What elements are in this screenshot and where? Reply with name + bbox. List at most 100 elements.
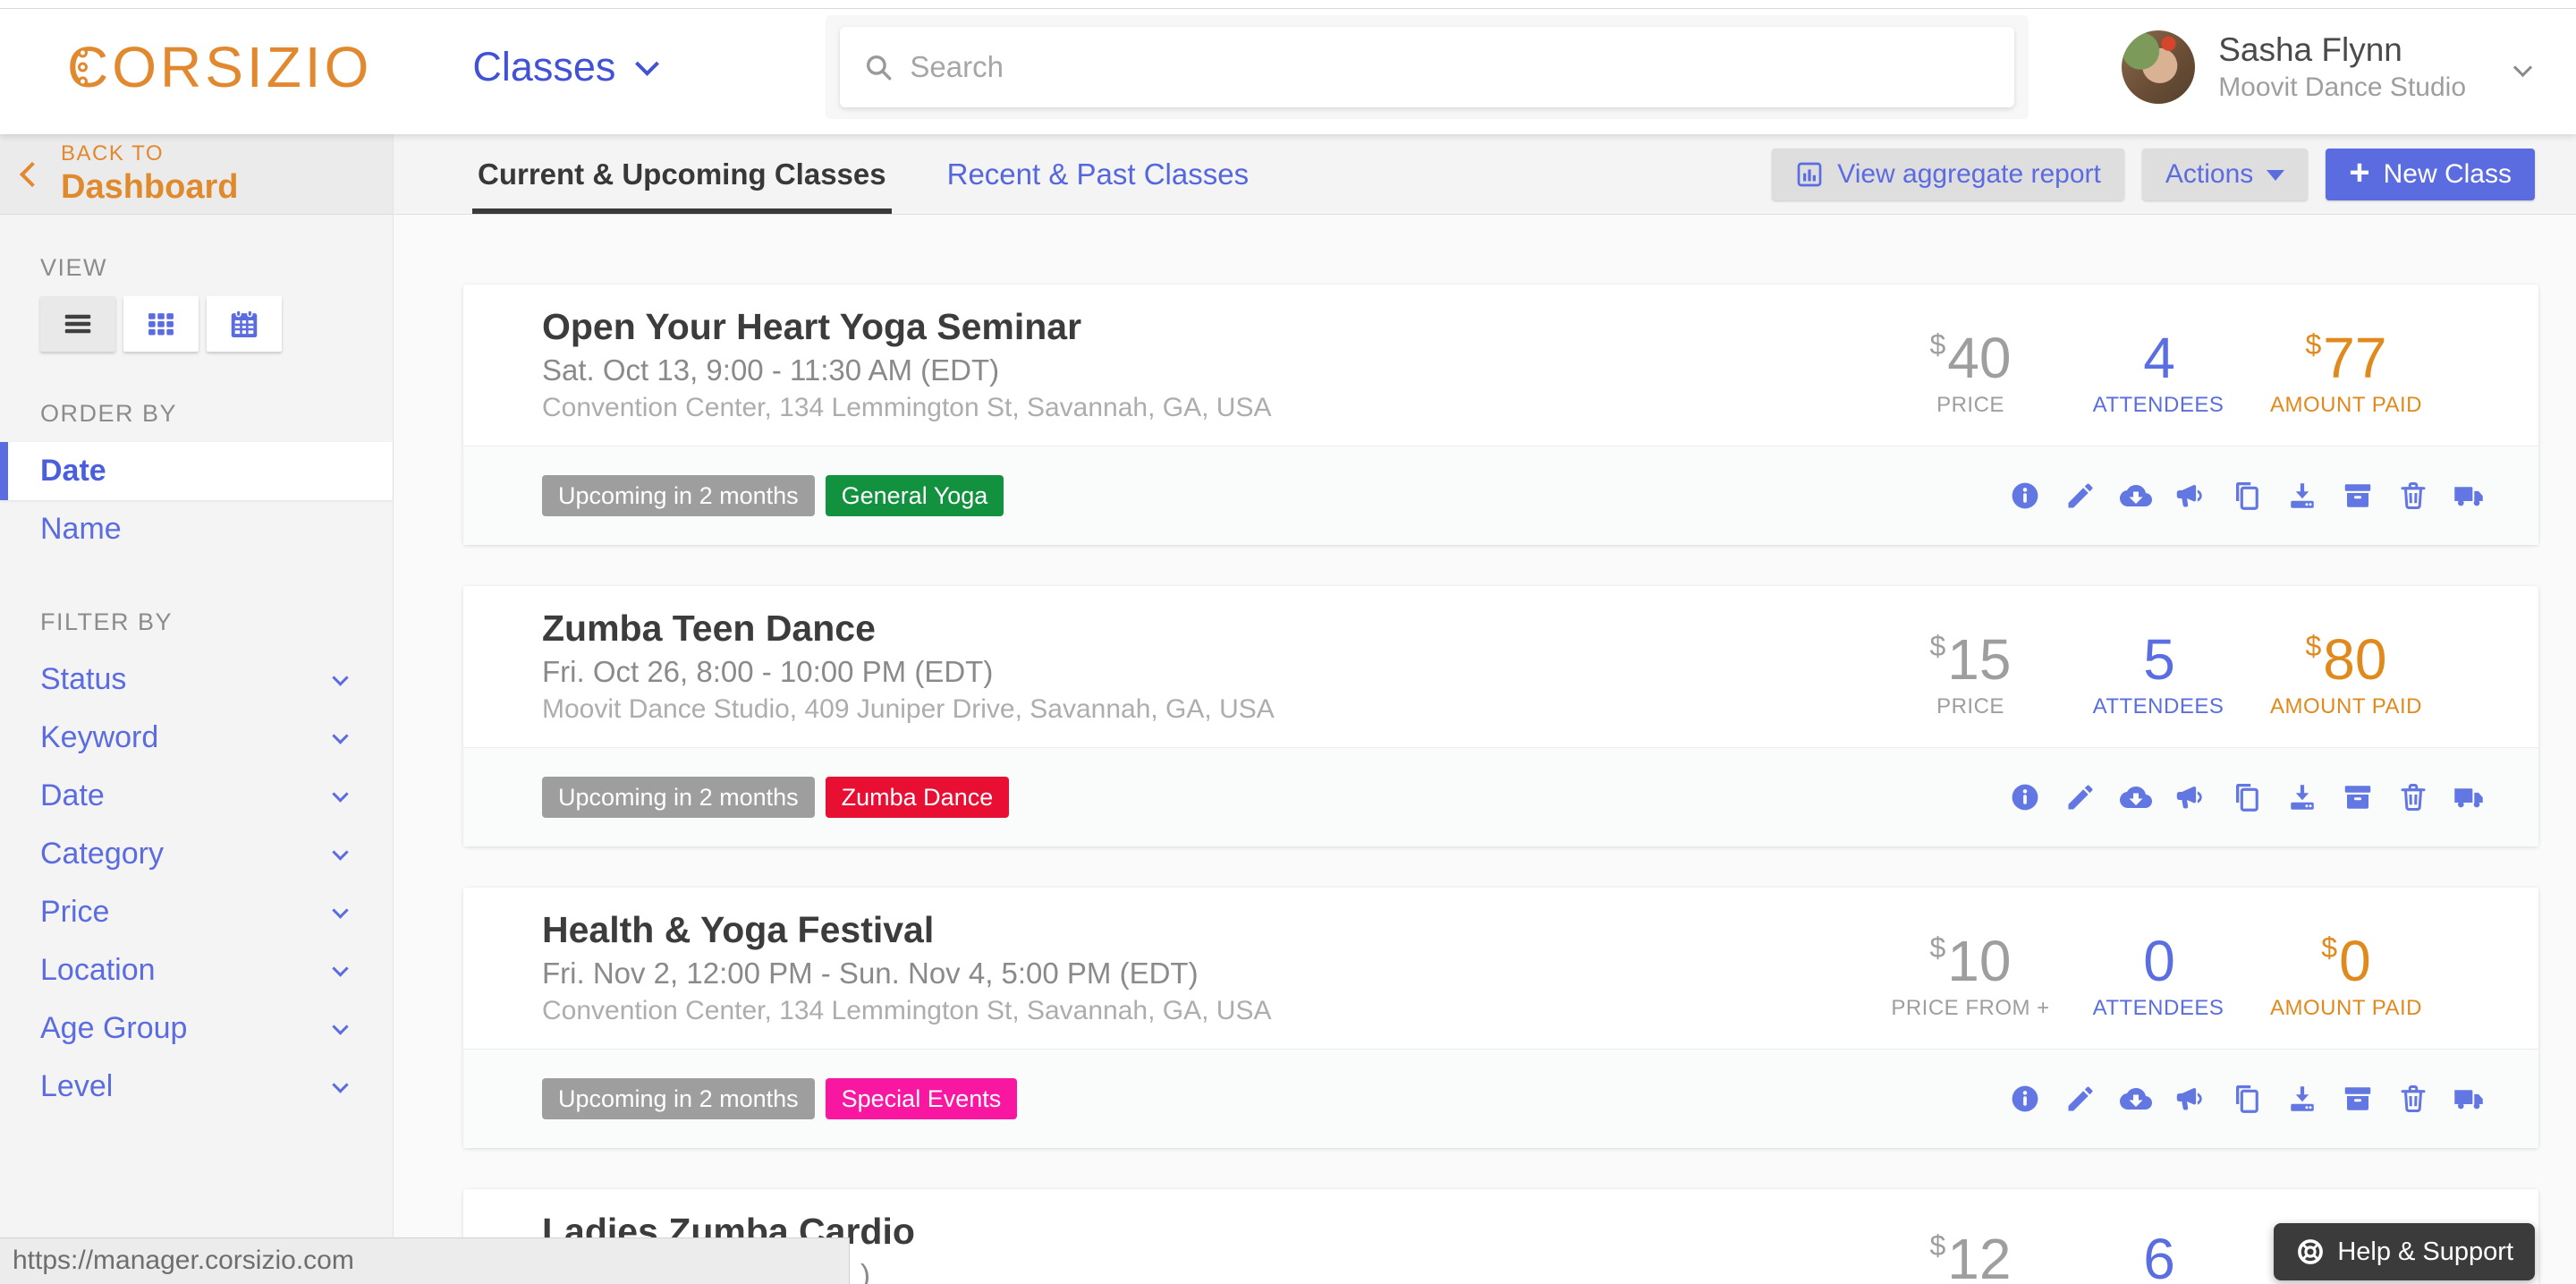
stat-value: $15 — [1929, 626, 2012, 692]
delete-button[interactable] — [2397, 1083, 2429, 1115]
filter-option[interactable]: Level — [0, 1058, 393, 1116]
class-title[interactable]: Zumba Teen Dance — [542, 608, 1885, 649]
megaphone-icon — [2176, 484, 2202, 507]
card-actions — [2009, 480, 2485, 512]
chevron-down-icon — [2512, 57, 2533, 77]
help-support-button[interactable]: Help & Support — [2274, 1223, 2535, 1280]
truck-icon — [2454, 788, 2483, 808]
stat-value: 0 — [2143, 928, 2175, 993]
view-calendar-button[interactable] — [207, 296, 282, 352]
stat: 4 ATTENDEES — [2073, 313, 2243, 418]
stat: $0 AMOUNT PAID — [2261, 916, 2431, 1021]
transfer-button[interactable] — [2453, 480, 2485, 512]
view-grid-button[interactable] — [123, 296, 199, 352]
filter-option[interactable]: Status — [0, 651, 393, 709]
edit-button[interactable] — [2064, 1083, 2097, 1115]
status-badge: Zumba Dance — [825, 777, 1010, 818]
bar-chart-icon — [1797, 162, 1822, 186]
order-by-option[interactable]: Date — [0, 442, 393, 500]
class-datetime: Fri. Oct 26, 8:00 - 10:00 PM (EDT) — [542, 655, 994, 688]
actions-button[interactable]: Actions — [2141, 148, 2309, 200]
cloud-download-icon — [2120, 787, 2152, 808]
status-badge: Upcoming in 2 months — [542, 1078, 815, 1119]
filter-option[interactable]: Keyword — [0, 709, 393, 767]
promote-button[interactable] — [2175, 781, 2207, 813]
stat: 6 — [2073, 1214, 2243, 1284]
class-title[interactable]: Health & Yoga Festival — [542, 909, 1885, 950]
transfer-button[interactable] — [2453, 781, 2485, 813]
archive-button[interactable] — [2342, 480, 2374, 512]
transfer-button[interactable] — [2453, 1083, 2485, 1115]
class-card: Open Your Heart Yoga Seminar Sat. Oct 13… — [463, 285, 2538, 545]
download-icon — [2291, 785, 2314, 810]
tab[interactable]: Recent & Past Classes — [942, 134, 1254, 214]
view-section-label: VIEW — [40, 254, 108, 281]
export-button[interactable] — [2286, 781, 2318, 813]
promote-button[interactable] — [2175, 480, 2207, 512]
cloud-download-button[interactable] — [2120, 480, 2152, 512]
back-to-dashboard[interactable]: BACK TO Dashboard — [0, 134, 393, 215]
class-title[interactable]: Open Your Heart Yoga Seminar — [542, 306, 1885, 347]
chevron-down-icon — [332, 844, 349, 861]
toolbar: Current & Upcoming Classes Recent & Past… — [394, 134, 2576, 215]
stat-label: AMOUNT PAID — [2270, 693, 2422, 719]
duplicate-button[interactable] — [2231, 781, 2263, 813]
cloud-download-button[interactable] — [2120, 1083, 2152, 1115]
stat-label: PRICE — [1936, 392, 2004, 417]
chevron-down-icon — [332, 669, 349, 686]
duplicate-button[interactable] — [2231, 1083, 2263, 1115]
view-aggregate-report-button[interactable]: View aggregate report — [1772, 148, 2124, 200]
delete-button[interactable] — [2397, 480, 2429, 512]
search-input[interactable] — [910, 50, 1992, 84]
delete-button[interactable] — [2397, 781, 2429, 813]
classes-dropdown[interactable]: Classes — [472, 44, 660, 90]
stat: $10 PRICE FROM + — [1885, 916, 2055, 1021]
promote-button[interactable] — [2175, 1083, 2207, 1115]
list-icon — [64, 314, 91, 334]
stat-value: $0 — [2321, 928, 2371, 993]
tab[interactable]: Current & Upcoming Classes — [472, 134, 892, 214]
info-button[interactable] — [2009, 480, 2041, 512]
duplicate-button[interactable] — [2231, 480, 2263, 512]
chevron-down-icon — [332, 960, 349, 977]
export-button[interactable] — [2286, 1083, 2318, 1115]
stat-label: PRICE — [1936, 693, 2004, 719]
filter-option[interactable]: Category — [0, 825, 393, 883]
status-badge: Upcoming in 2 months — [542, 475, 815, 516]
new-class-button[interactable]: + New Class — [2326, 148, 2535, 200]
order-by-section: ORDER BY Date Name — [0, 400, 393, 558]
stat-label: ATTENDEES — [2092, 392, 2224, 417]
filter-option-label: Age Group — [40, 1011, 188, 1045]
archive-box-icon — [2344, 786, 2371, 809]
filter-option[interactable]: Date — [0, 767, 393, 825]
search-field[interactable] — [840, 27, 2015, 107]
filter-option[interactable]: Age Group — [0, 999, 393, 1058]
export-button[interactable] — [2286, 480, 2318, 512]
cloud-download-button[interactable] — [2120, 781, 2152, 813]
filter-option[interactable]: Location — [0, 941, 393, 999]
archive-button[interactable] — [2342, 1083, 2374, 1115]
edit-button[interactable] — [2064, 480, 2097, 512]
edit-button[interactable] — [2064, 781, 2097, 813]
stat: $15 PRICE — [1885, 615, 2055, 719]
view-list-button[interactable] — [40, 296, 115, 352]
chevron-down-icon — [332, 902, 349, 919]
filter-option-label: Status — [40, 662, 127, 696]
view-aggregate-report-label: View aggregate report — [1837, 158, 2101, 189]
chevron-down-icon — [332, 786, 349, 803]
user-organization: Moovit Dance Studio — [2218, 72, 2466, 103]
brand-logo[interactable]: CORSIZIO — [67, 34, 372, 100]
stat: $80 AMOUNT PAID — [2261, 615, 2431, 719]
user-menu[interactable]: Sasha Flynn Moovit Dance Studio — [2122, 30, 2533, 104]
order-by-option[interactable]: Name — [0, 500, 393, 558]
archive-button[interactable] — [2342, 781, 2374, 813]
edit-pencil-icon — [2068, 1086, 2093, 1111]
stat-label: AMOUNT PAID — [2270, 392, 2422, 417]
stat: $40 PRICE — [1885, 313, 2055, 418]
info-button[interactable] — [2009, 781, 2041, 813]
stat-label: AMOUNT PAID — [2270, 995, 2422, 1020]
info-button[interactable] — [2009, 1083, 2041, 1115]
stat-value: $40 — [1929, 325, 2012, 390]
filter-option[interactable]: Price — [0, 883, 393, 941]
stat-value: $80 — [2305, 626, 2387, 692]
